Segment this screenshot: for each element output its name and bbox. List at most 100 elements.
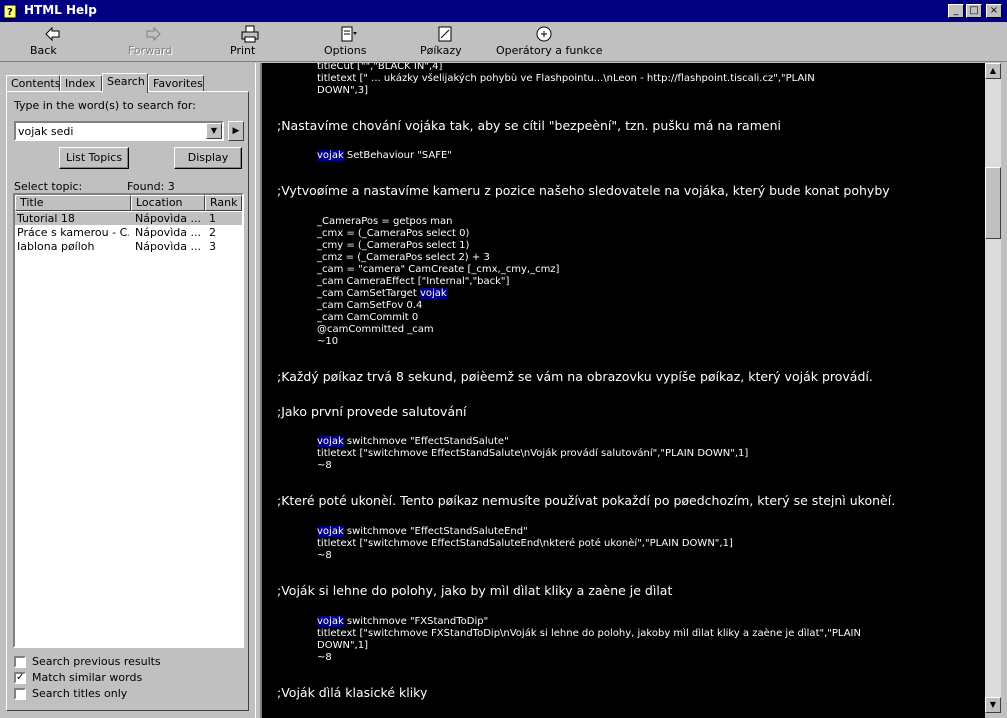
tab-favorites[interactable]: Favorites (148, 75, 204, 91)
close-button[interactable]: × (986, 4, 1002, 18)
window-edge (1001, 63, 1007, 718)
maximize-button[interactable]: □ (966, 4, 982, 18)
operatory-label: Operátory a funkce (496, 44, 603, 57)
code-line: DOWN",3] (317, 85, 368, 96)
comment-line: ;Voják dìlá klasické kliky (277, 685, 428, 700)
topic-content: titleCut ["","BLACK IN",4] titletext [" .… (260, 63, 985, 718)
code-line: titleCut ["","BLACK IN",4] (317, 63, 443, 72)
result-location: Nápovìda ... (135, 240, 201, 253)
select-topic-label: Select topic: (14, 180, 83, 193)
back-label: Back (30, 44, 57, 57)
column-header-title[interactable]: Title (15, 195, 131, 211)
options-icon (341, 26, 357, 42)
result-location: Nápovìda ... (135, 226, 201, 239)
search-previous-label: Search previous results (32, 655, 161, 668)
chevron-down-icon[interactable]: ▼ (206, 123, 222, 139)
tab-contents[interactable]: Contents (6, 75, 60, 91)
scroll-thumb[interactable] (985, 167, 1001, 239)
add-operator-button[interactable]: ▶ (228, 121, 244, 141)
forward-button[interactable]: Forward (128, 24, 178, 60)
code-line: titletext [" ... ukázky všelijakých pohy… (317, 73, 815, 84)
forward-arrow-icon (146, 26, 161, 42)
window-title: HTML Help (24, 3, 97, 17)
comment-line: ;Vytvoøíme a nastavíme kameru z pozice n… (277, 183, 890, 198)
titles-only-checkbox[interactable] (14, 688, 26, 700)
result-title: Iablona pøíloh (17, 240, 95, 253)
search-previous-checkbox[interactable] (14, 656, 26, 668)
back-button[interactable]: Back (30, 24, 76, 60)
toolbar: Back Forward Print Options Pøíkazy Operá… (0, 22, 1007, 62)
code-line: _cam CameraEffect ["Internal","back"] (317, 276, 510, 287)
search-hit-highlight: vojak (317, 526, 344, 537)
code-line: _cmx = (_CameraPos select 0) (317, 228, 470, 239)
help-book-icon: ? (3, 4, 17, 19)
display-button[interactable]: Display (174, 147, 242, 169)
prikazy-button[interactable]: Pøíkazy (420, 24, 470, 60)
svg-text:?: ? (7, 7, 13, 18)
table-row[interactable]: Práce s kamerou - C... Nápovìda ... 2 (15, 226, 242, 239)
code-line: vojak SetBehaviour "SAFE" (317, 150, 452, 161)
code-line: _cam = "camera" CamCreate [_cmx,_cmy,_cm… (317, 264, 560, 275)
result-rank: 2 (209, 226, 216, 239)
code-line: ~8 (317, 652, 332, 663)
search-input[interactable]: vojak sedi ▼ (14, 121, 224, 141)
tab-search[interactable]: Search (102, 73, 148, 93)
title-bar: ? HTML Help _ □ × (0, 0, 1007, 22)
options-label: Options (324, 44, 367, 57)
operatory-button[interactable]: Operátory a funkce (496, 24, 602, 60)
match-similar-label: Match similar words (32, 671, 143, 684)
code-line: titletext ["switchmove FXStandToDip\nVoj… (317, 628, 861, 639)
code-line: _cmy = (_CameraPos select 1) (317, 240, 470, 251)
code-line: _cam CamCommit 0 (317, 312, 419, 323)
jump-icon (438, 26, 452, 42)
code-line: vojak switchmove "EffectStandSalute" (317, 436, 509, 447)
print-label: Print (230, 44, 256, 57)
forward-label: Forward (128, 44, 173, 57)
scroll-down-button[interactable]: ▼ (985, 697, 1001, 713)
code-line: _cmz = (_CameraPos select 2) + 3 (317, 252, 490, 263)
code-line: ~10 (317, 336, 339, 347)
minimize-button[interactable]: _ (948, 4, 964, 18)
column-header-location[interactable]: Location (131, 195, 205, 211)
result-rank: 1 (209, 212, 216, 225)
result-title: Práce s kamerou - C... (17, 226, 129, 239)
comment-line: ;Každý pøíkaz trvá 8 sekund, pøièemž se … (277, 369, 873, 384)
result-rank: 3 (209, 240, 216, 253)
code-line: titletext ["switchmove EffectStandSalute… (317, 448, 749, 459)
prikazy-label: Pøíkazy (420, 44, 462, 57)
table-row[interactable]: Iablona pøíloh Nápovìda ... 3 (15, 240, 242, 253)
printer-icon (241, 25, 259, 43)
code-line: DOWN",1] (317, 640, 368, 651)
titles-only-label: Search titles only (32, 687, 128, 700)
list-topics-button[interactable]: List Topics (59, 147, 129, 169)
code-line: titletext ["switchmove EffectStandSalute… (317, 538, 733, 549)
match-similar-checkbox[interactable]: ✓ (14, 672, 26, 684)
comment-line: ;Nastavíme chování vojáka tak, aby se cí… (277, 118, 781, 133)
column-header-rank[interactable]: Rank (205, 195, 242, 211)
result-title: Tutorial 18 (17, 212, 75, 225)
code-line: vojak switchmove "FXStandToDip" (317, 616, 489, 627)
navigation-pane: Contents Index Search Favorites Type in … (0, 63, 255, 718)
code-line: _cam CamSetFov 0.4 (317, 300, 423, 311)
search-query-text: vojak sedi (18, 125, 74, 138)
comment-line: ;Které poté ukonèí. Tento pøíkaz nemusít… (277, 493, 896, 508)
comment-line: ;Voják si lehne do polohy, jako by mìl d… (277, 583, 673, 598)
vertical-scrollbar[interactable]: ▲ ▼ (985, 63, 1001, 713)
search-hit-highlight: vojak (317, 436, 344, 447)
comment-line: ;Jako první provede salutování (277, 404, 467, 419)
found-count: Found: 3 (127, 180, 175, 193)
search-panel: Type in the word(s) to search for: vojak… (6, 91, 249, 711)
jump-icon (536, 26, 552, 42)
results-list[interactable]: Title Location Rank Tutorial 18 Nápovìda… (13, 193, 244, 648)
code-line: vojak switchmove "EffectStandSaluteEnd" (317, 526, 528, 537)
options-button[interactable]: Options (324, 24, 374, 60)
code-line: _CameraPos = getpos man (317, 216, 453, 227)
print-button[interactable]: Print (230, 24, 270, 60)
result-location: Nápovìda ... (135, 212, 201, 225)
tab-index[interactable]: Index (60, 75, 102, 91)
search-hit-highlight: vojak (317, 616, 344, 627)
table-row[interactable]: Tutorial 18 Nápovìda ... 1 (15, 212, 242, 225)
code-line: ~8 (317, 460, 332, 471)
scroll-up-button[interactable]: ▲ (985, 63, 1001, 79)
search-hit-highlight: vojak (317, 150, 344, 161)
